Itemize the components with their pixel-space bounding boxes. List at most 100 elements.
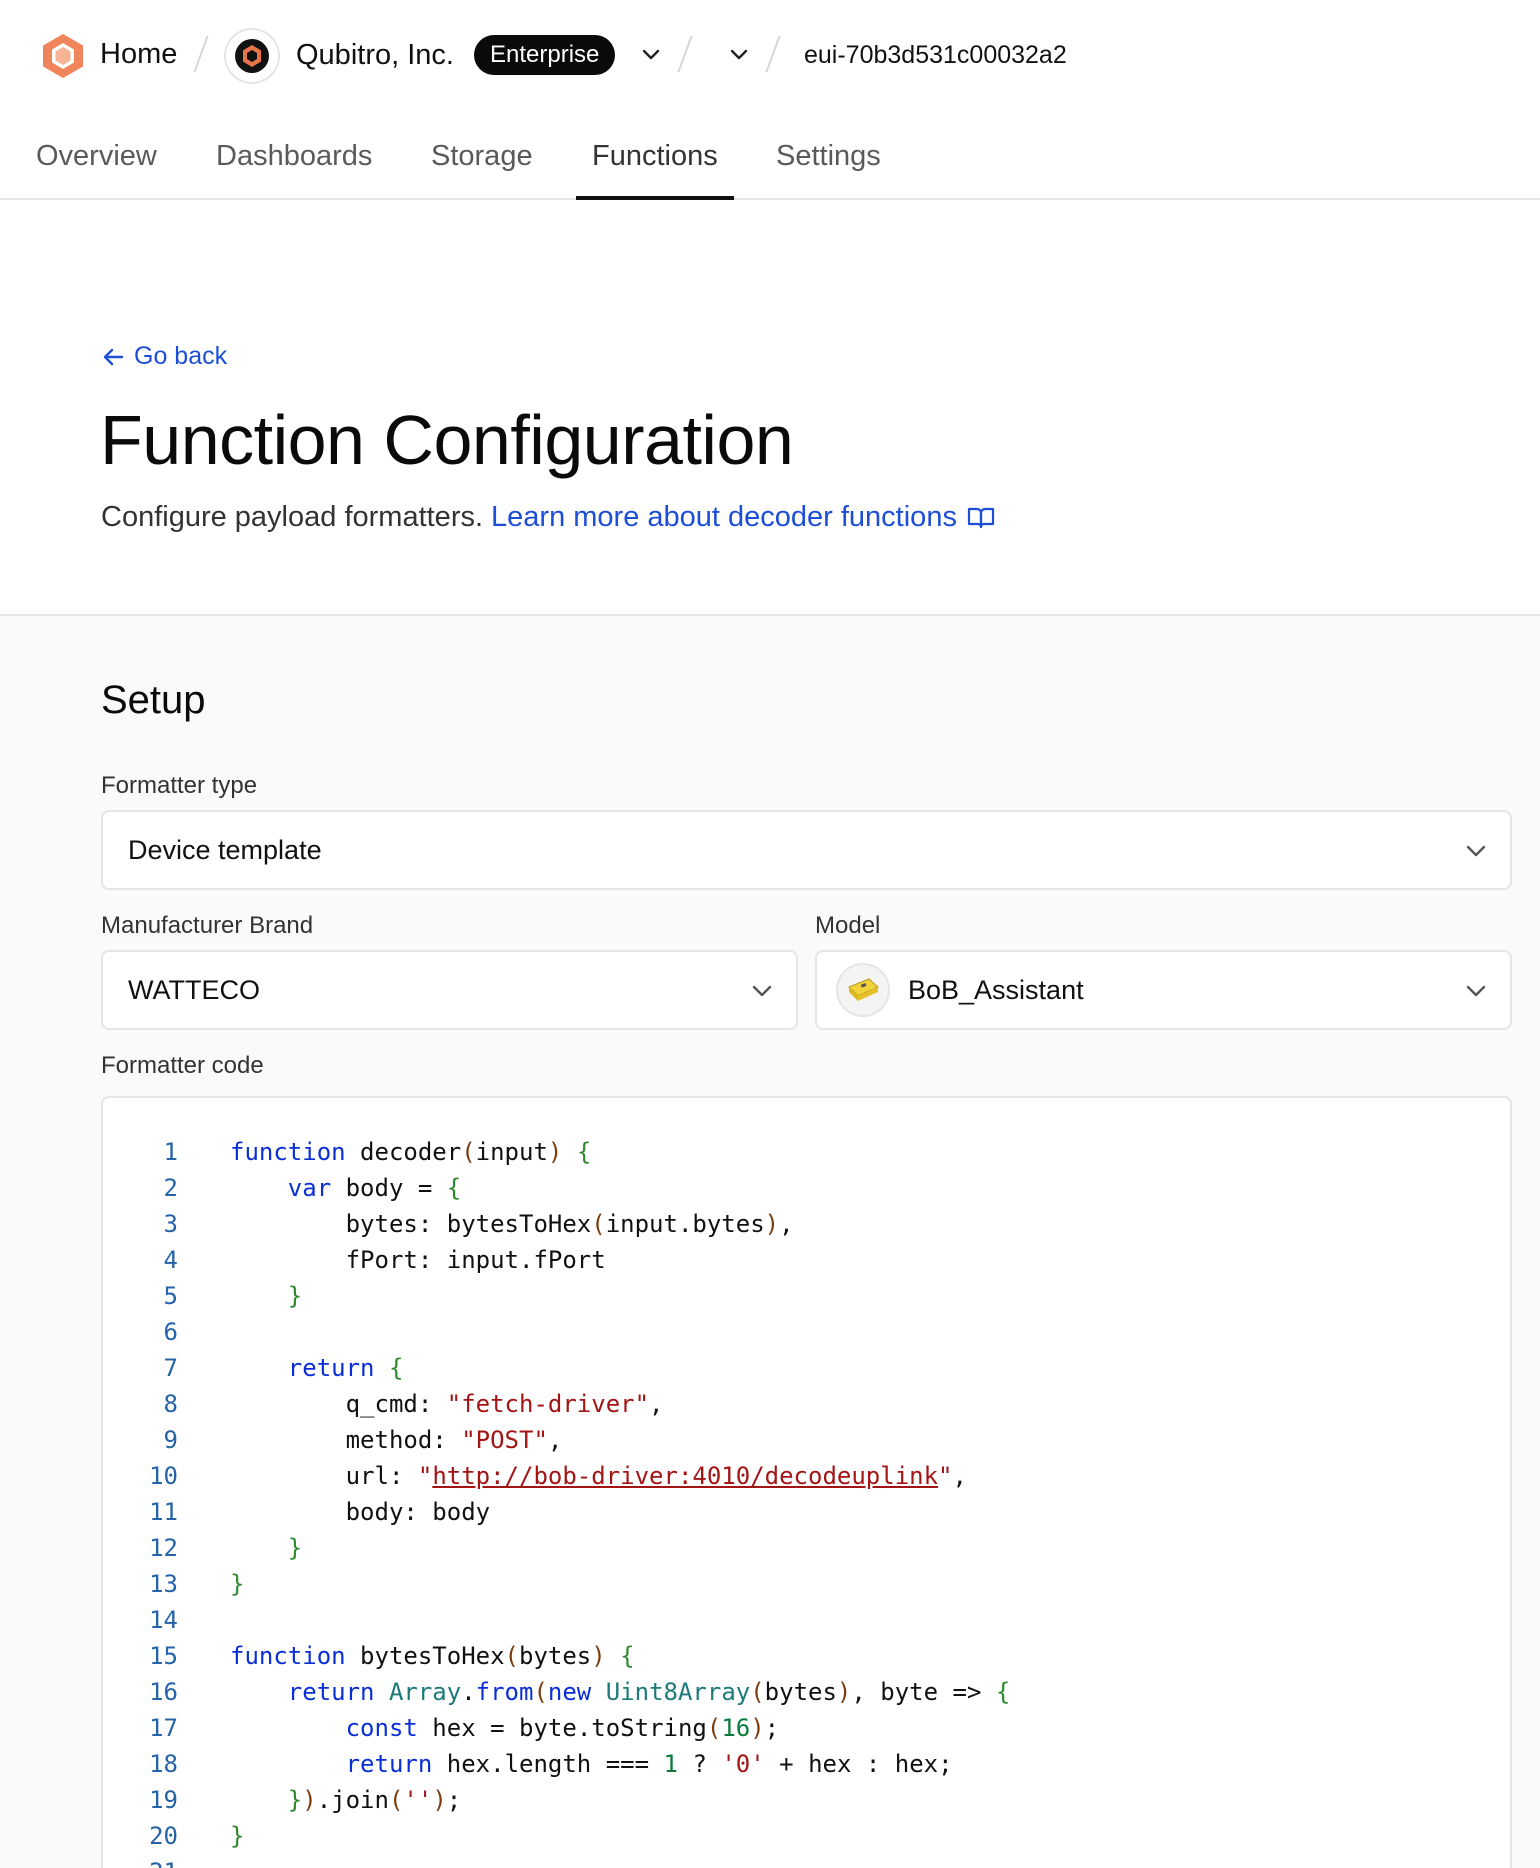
manufacturer-brand-select[interactable]: WATTECO (101, 950, 798, 1030)
line-number: 7 (163, 1354, 178, 1382)
page-title: Function Configuration (100, 401, 794, 479)
line-number: 8 (163, 1390, 178, 1418)
book-open-icon (967, 507, 995, 528)
model-device-thumbnail (836, 963, 890, 1017)
manufacturer-brand-label: Manufacturer Brand (101, 912, 314, 939)
code-text: bytes: bytesToHex(input.bytes), (345, 1210, 794, 1238)
arrow-left-icon (103, 348, 124, 365)
breadcrumb-home[interactable]: Home (100, 38, 177, 71)
line-number: 6 (163, 1318, 178, 1346)
line-number: 10 (149, 1462, 178, 1490)
line-number: 1 (163, 1138, 178, 1166)
code-text: function bytesToHex(bytes) { (230, 1642, 635, 1670)
breadcrumb-separator (766, 36, 780, 72)
breadcrumb-separator (678, 36, 692, 72)
line-number: 19 (149, 1786, 178, 1814)
line-number: 12 (149, 1534, 178, 1562)
tab-overview[interactable]: Overview (36, 140, 157, 198)
tab-bar: Overview Dashboards Storage Functions Se… (0, 120, 1540, 200)
formatter-code-label: Formatter code (101, 1052, 264, 1079)
code-line: 7 return { (103, 1350, 1010, 1386)
code-line: 12 } (103, 1530, 1010, 1566)
code-line: 3 bytes: bytesToHex(input.bytes), (103, 1206, 1010, 1242)
line-number: 16 (149, 1678, 178, 1706)
org-logo-icon (235, 39, 269, 73)
code-line: 15 function bytesToHex(bytes) { (103, 1638, 1010, 1674)
code-text: } (230, 1822, 245, 1850)
learn-more-link[interactable]: Learn more about decoder functions (491, 501, 995, 534)
code-line: 18 return hex.length === 1 ? '0' + hex :… (103, 1746, 1010, 1782)
code-text: q_cmd: "fetch-driver", (345, 1390, 664, 1418)
formatter-code-editor[interactable]: 1 function decoder(input) { 2 var body = {… (101, 1096, 1512, 1868)
code-text: const hex = byte.toString(16); (345, 1714, 780, 1742)
code-text: return Array.from(new Uint8Array(bytes),… (287, 1678, 1011, 1706)
tab-functions[interactable]: Functions (576, 140, 734, 200)
model-label: Model (815, 912, 881, 939)
code-line: 9 method: "POST", (103, 1422, 1010, 1458)
code-line: 19 }).join(''); (103, 1782, 1010, 1818)
code-text: } (230, 1570, 245, 1598)
breadcrumb-organization[interactable]: Qubitro, Inc. (296, 39, 454, 72)
formatter-type-label: Formatter type (101, 772, 258, 799)
line-number: 14 (149, 1606, 178, 1634)
code-text: return { (287, 1354, 404, 1382)
line-number: 4 (163, 1246, 178, 1274)
project-switcher-chevron-down-icon[interactable] (724, 40, 754, 70)
manufacturer-brand-value: WATTECO (128, 974, 260, 1005)
tab-dashboards[interactable]: Dashboards (216, 140, 372, 198)
code-line: 16 return Array.from(new Uint8Array(byte… (103, 1674, 1010, 1710)
chevron-down-icon (1466, 845, 1486, 857)
code-line: 17 const hex = byte.toString(16); (103, 1710, 1010, 1746)
hexagon-logo-icon[interactable] (40, 32, 86, 80)
code-line: 1 function decoder(input) { (103, 1134, 1010, 1170)
code-line: 20} (103, 1818, 1010, 1854)
code-line: 5 } (103, 1278, 1010, 1314)
org-switcher-chevron-down-icon[interactable] (636, 40, 666, 70)
setup-title: Setup (101, 678, 206, 722)
code-line: 14 (103, 1602, 1010, 1638)
code-line: 8 q_cmd: "fetch-driver", (103, 1386, 1010, 1422)
code-text: function decoder(input) { (230, 1138, 592, 1166)
tab-storage[interactable]: Storage (431, 140, 533, 198)
line-number: 18 (149, 1750, 178, 1778)
plan-badge: Enterprise (474, 35, 616, 75)
tab-settings[interactable]: Settings (776, 140, 881, 198)
line-number: 20 (149, 1822, 178, 1850)
code-text: } (287, 1282, 303, 1310)
code-line: 13} (103, 1566, 1010, 1602)
line-number: 3 (163, 1210, 178, 1238)
formatter-type-value: Device template (128, 834, 322, 865)
code-line: 10 url: "http://bob-driver:4010/decodeup… (103, 1458, 1010, 1494)
code-text: }).join(''); (287, 1786, 462, 1814)
go-back-link[interactable]: Go back (102, 342, 227, 371)
line-number: 21 (103, 1854, 178, 1868)
code-lines: 1 function decoder(input) { 2 var body = {… (103, 1134, 1010, 1868)
line-number: 13 (149, 1570, 178, 1598)
top-navigation-bar: Home Qubitro, Inc. Enterprise eui-70b3d5… (0, 0, 1540, 112)
code-line: 21 (103, 1854, 1010, 1868)
line-number: 2 (163, 1174, 178, 1202)
breadcrumb-device-id[interactable]: eui-70b3d531c00032a2 (804, 41, 1067, 70)
model-select[interactable]: BoB_Assistant (815, 950, 1512, 1030)
chevron-down-icon (1466, 985, 1486, 997)
subtitle-text: Configure payload formatters. (101, 501, 484, 533)
learn-more-label: Learn more about decoder functions (491, 501, 957, 533)
code-line: 11 body: body (103, 1494, 1010, 1530)
code-text: var body = { (287, 1174, 462, 1202)
code-line: 6 (103, 1314, 1010, 1350)
breadcrumb-separator (194, 36, 208, 72)
line-number: 9 (163, 1426, 178, 1454)
model-value: BoB_Assistant (908, 974, 1084, 1005)
code-text: body: body (345, 1498, 491, 1526)
chevron-down-icon (752, 985, 772, 997)
line-number: 17 (149, 1714, 178, 1742)
line-number: 15 (149, 1642, 178, 1670)
sensor-device-icon (848, 978, 879, 1001)
formatter-type-select[interactable]: Device template (101, 810, 1512, 890)
org-avatar[interactable] (224, 28, 280, 84)
code-text: return hex.length === 1 ? '0' + hex : he… (345, 1750, 953, 1778)
code-line: 4 fPort: input.fPort (103, 1242, 1010, 1278)
code-text: url: "http://bob-driver:4010/decodeuplin… (345, 1462, 967, 1490)
